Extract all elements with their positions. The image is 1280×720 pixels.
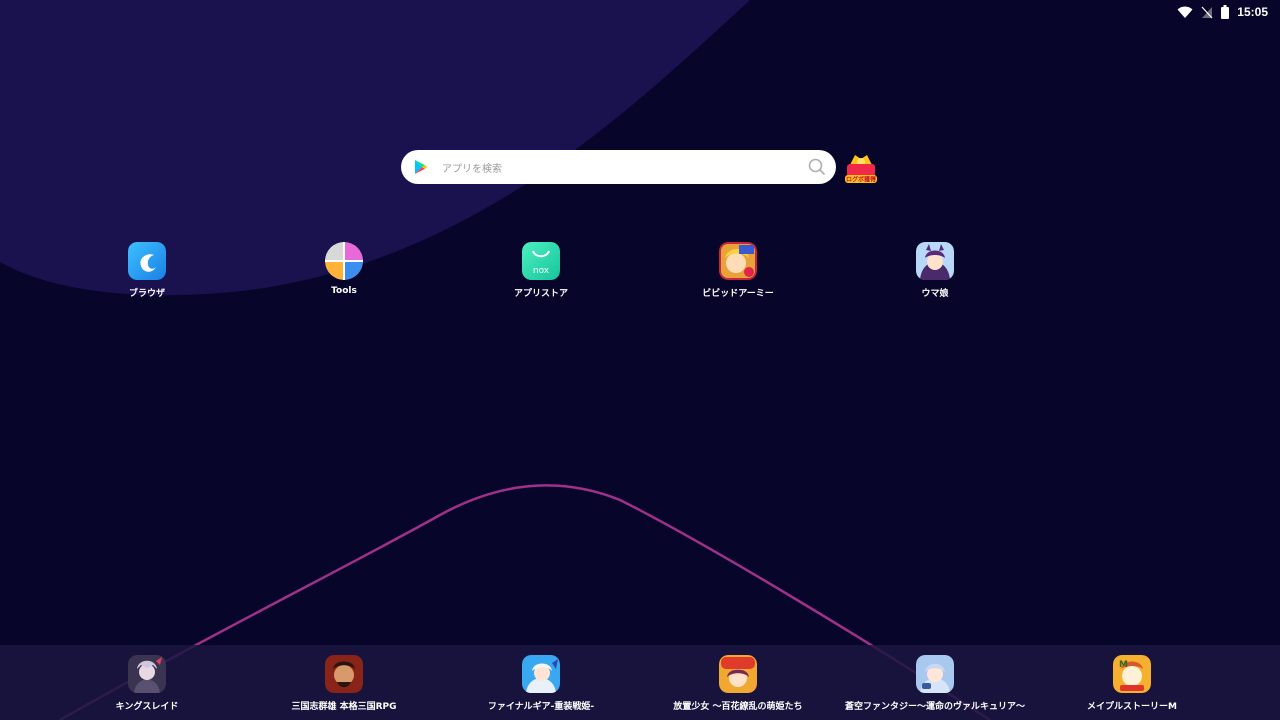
svg-text:M: M: [1119, 660, 1128, 670]
houchi-shoujo-icon: [719, 655, 757, 693]
dock-app-final-gear[interactable]: ファイナルギア-重装戦姫-: [441, 655, 641, 712]
sangokushi-icon: [325, 655, 363, 693]
app-label: アプリストア: [513, 289, 568, 299]
maplestory-m-icon: M: [1113, 655, 1151, 693]
no-signal-icon: [1201, 6, 1213, 19]
battery-icon: [1221, 5, 1230, 19]
final-gear-icon: [522, 655, 560, 693]
dock-app-sangokushi[interactable]: 三国志群雄 本格三国RPG: [244, 655, 444, 712]
magnifier-icon[interactable]: [808, 158, 826, 176]
app-label: 三国志群雄 本格三国RPG: [291, 702, 397, 712]
app-label: メイプルストーリーM: [1087, 702, 1177, 712]
search-input[interactable]: アプリを検索: [442, 160, 808, 175]
app-browser[interactable]: ブラウザ: [87, 242, 207, 299]
login-bonus-label: ログボ獲得: [846, 176, 876, 184]
app-vivid-army[interactable]: ビビッドアーミー: [678, 242, 798, 299]
uma-musume-icon: [916, 242, 954, 280]
soukuu-fantasy-icon: [916, 655, 954, 693]
app-store-icon: nox: [522, 242, 560, 280]
app-label: ウマ娘: [921, 289, 949, 299]
svg-text:nox: nox: [533, 266, 550, 276]
browser-icon: [128, 242, 166, 280]
kings-raid-icon: [128, 655, 166, 693]
dock-app-houchi-shoujo[interactable]: 放置少女 〜百花繚乱の萌姫たち: [638, 655, 838, 712]
dock: キングスレイド 三国志群雄 本格三国RPG ファイナルギア-重装戦姫- 放置少女…: [0, 645, 1280, 720]
dock-app-kings-raid[interactable]: キングスレイド: [47, 655, 247, 712]
app-tools[interactable]: Tools: [284, 242, 404, 296]
app-label: ブラウザ: [128, 289, 165, 299]
dock-app-soukuu-fantasy[interactable]: 蒼空ファンタジー〜運命のヴァルキュリア〜: [835, 655, 1035, 712]
app-label: 放置少女 〜百花繚乱の萌姫たち: [673, 702, 803, 712]
app-app-store[interactable]: nox アプリストア: [481, 242, 601, 299]
clock: 15:05: [1237, 5, 1268, 19]
app-uma-musume[interactable]: ウマ娘: [875, 242, 995, 299]
google-play-icon: [414, 159, 428, 175]
wifi-icon: [1177, 6, 1193, 19]
login-bonus-icon[interactable]: ログボ獲得: [842, 149, 880, 185]
app-label: ファイナルギア-重装戦姫-: [487, 702, 595, 712]
dock-app-maplestory-m[interactable]: M メイプルストーリーM: [1032, 655, 1232, 712]
app-label: ビビッドアーミー: [702, 289, 774, 299]
wallpaper: [0, 0, 991, 720]
app-search-bar[interactable]: アプリを検索: [401, 150, 836, 184]
status-bar: 15:05: [1177, 0, 1280, 24]
app-label: 蒼空ファンタジー〜運命のヴァルキュリア〜: [844, 702, 1025, 712]
app-label: キングスレイド: [115, 702, 179, 712]
app-label: Tools: [331, 286, 357, 296]
tools-icon: [325, 242, 363, 280]
vivid-army-icon: [719, 242, 757, 280]
